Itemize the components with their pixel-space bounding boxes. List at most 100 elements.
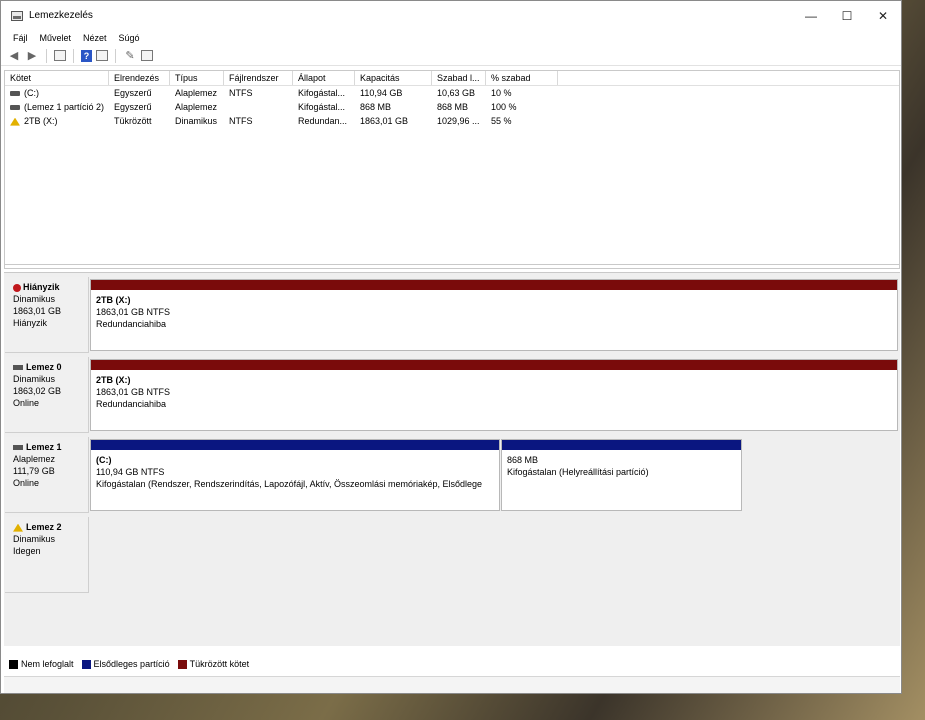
volume-status: Kifogástal... xyxy=(298,102,346,112)
disk-status: Online xyxy=(13,478,40,488)
column-header-filesystem[interactable]: Fájlrendszer xyxy=(224,71,293,85)
disk-label[interactable]: Lemez 0 Dinamikus 1863,02 GB Online xyxy=(5,357,89,433)
disk-label[interactable]: Lemez 2 Dinamikus Idegen xyxy=(5,517,89,593)
toolbar-separator xyxy=(73,48,74,63)
disk-size: 1863,02 GB xyxy=(13,386,62,396)
missing-disk-icon xyxy=(13,283,21,292)
volume-layout: Egyszerű xyxy=(114,102,152,112)
volume-free-space: 1029,96 ... xyxy=(437,116,480,126)
column-header-capacity[interactable]: Kapacitás xyxy=(355,71,432,85)
disk-name: Lemez 2 xyxy=(26,522,62,532)
disk-label[interactable]: Hiányzik Dinamikus 1863,01 GB Hiányzik xyxy=(5,277,89,353)
primary-stripe xyxy=(502,440,741,450)
help-icon[interactable]: ? xyxy=(81,49,92,62)
drive-icon xyxy=(10,91,20,97)
volume-list: Kötet Elrendezés Típus Fájlrendszer Álla… xyxy=(4,70,900,269)
window-title: Lemezkezelés xyxy=(29,10,93,21)
volume-layout: Tükrözött xyxy=(114,116,152,126)
partition-detail: 868 MB xyxy=(507,455,539,465)
column-header-type[interactable]: Típus xyxy=(170,71,224,85)
volume-filesystem: NTFS xyxy=(229,116,253,126)
column-header-layout[interactable]: Elrendezés xyxy=(109,71,170,85)
connect-icon[interactable]: ✎ xyxy=(123,49,137,63)
volume-filesystem: NTFS xyxy=(229,88,253,98)
disk-status: Idegen xyxy=(13,546,41,556)
disk-name: Hiányzik xyxy=(23,282,60,292)
settings-icon[interactable] xyxy=(141,50,153,61)
volume-percent-free: 55 % xyxy=(491,116,512,126)
properties-icon[interactable] xyxy=(54,50,66,61)
disk-name: Lemez 1 xyxy=(26,442,62,452)
volume-list-header: Kötet Elrendezés Típus Fájlrendszer Álla… xyxy=(5,71,899,86)
maximize-button[interactable]: ☐ xyxy=(829,1,865,30)
legend-item-unallocated: Nem lefoglalt xyxy=(9,659,74,670)
forward-arrow-icon[interactable]: ▶ xyxy=(25,49,39,63)
disk-name: Lemez 0 xyxy=(26,362,62,372)
disk-type: Alaplemez xyxy=(13,454,56,464)
volume-name: 2TB (X:) xyxy=(24,116,58,126)
partition-title: (C:) xyxy=(96,455,112,465)
partition-status: Kifogástalan (Helyreállítási partíció) xyxy=(507,467,649,477)
menu-bar: Fájl Művelet Nézet Súgó xyxy=(1,30,901,46)
primary-stripe xyxy=(91,440,499,450)
volume-free-space: 10,63 GB xyxy=(437,88,476,98)
table-row[interactable]: 2TB (X:) Tükrözött Dinamikus NTFS Redund… xyxy=(5,114,899,128)
volume-capacity: 110,94 GB xyxy=(360,88,403,98)
disk-icon xyxy=(13,365,23,371)
legend-swatch xyxy=(177,660,187,670)
column-header-free-space[interactable]: Szabad l... xyxy=(432,71,486,85)
column-header-volume[interactable]: Kötet xyxy=(5,71,109,85)
volume-status: Kifogástal... xyxy=(298,88,346,98)
partition-status: Redundanciahiba xyxy=(96,319,167,329)
toolbar: ◀ ▶ ? ✎ xyxy=(1,46,901,66)
disk-management-app-icon xyxy=(11,10,23,21)
volume-free-space: 868 MB xyxy=(437,102,469,112)
volume-capacity: 868 MB xyxy=(360,102,392,112)
menu-help[interactable]: Súgó xyxy=(113,33,146,43)
table-row[interactable]: (Lemez 1 partíció 2) Egyszerű Alaplemez … xyxy=(5,100,899,114)
disk-type: Dinamikus xyxy=(13,374,56,384)
horizontal-scrollbar[interactable] xyxy=(5,264,899,268)
disk-label[interactable]: Lemez 1 Alaplemez 111,79 GB Online xyxy=(5,437,89,513)
column-header-status[interactable]: Állapot xyxy=(293,71,355,85)
legend-swatch xyxy=(81,660,91,670)
volume-capacity: 1863,01 GB xyxy=(360,116,409,126)
volume-name: (C:) xyxy=(24,88,39,98)
status-bar xyxy=(4,676,900,693)
volume-type: Alaplemez xyxy=(175,102,218,112)
mirror-stripe xyxy=(91,280,897,290)
disk-type: Dinamikus xyxy=(13,534,56,544)
minimize-button[interactable]: — xyxy=(793,1,829,30)
partition-detail: 1863,01 GB NTFS xyxy=(96,307,171,317)
menu-action[interactable]: Művelet xyxy=(34,33,78,43)
disk-status: Hiányzik xyxy=(13,318,48,328)
legend-item-mirrored: Tükrözött kötet xyxy=(177,659,249,670)
partition-recovery[interactable]: 868 MB Kifogástalan (Helyreállítási part… xyxy=(501,439,742,511)
legend-swatch xyxy=(9,660,18,670)
volume-percent-free: 10 % xyxy=(491,88,512,98)
disk-row-2: Lemez 2 Dinamikus Idegen xyxy=(4,517,900,593)
disk-row-0: Lemez 0 Dinamikus 1863,02 GB Online 2TB … xyxy=(4,357,900,433)
back-arrow-icon[interactable]: ◀ xyxy=(7,49,21,63)
partition-mirrored-volume[interactable]: 2TB (X:) 1863,01 GB NTFS Redundanciahiba xyxy=(90,359,898,431)
partition-detail: 110,94 GB NTFS xyxy=(96,467,165,477)
column-header-percent-free[interactable]: % szabad xyxy=(486,71,558,85)
disk-size: 111,79 GB xyxy=(13,466,55,476)
toolbar-separator xyxy=(46,48,47,63)
partition-c-drive[interactable]: (C:) 110,94 GB NTFS Kifogástalan (Rendsz… xyxy=(90,439,500,511)
menu-view[interactable]: Nézet xyxy=(77,33,113,43)
drive-icon xyxy=(10,105,20,111)
title-bar: Lemezkezelés — ☐ ✕ xyxy=(1,1,901,30)
disk-graphical-view: Hiányzik Dinamikus 1863,01 GB Hiányzik 2… xyxy=(4,272,900,646)
volume-percent-free: 100 % xyxy=(491,102,517,112)
console-icon[interactable] xyxy=(96,50,108,61)
partition-status: Redundanciahiba xyxy=(96,399,167,409)
legend-item-primary: Elsődleges partíció xyxy=(81,659,170,670)
partition-mirrored-volume[interactable]: 2TB (X:) 1863,01 GB NTFS Redundanciahiba xyxy=(90,279,898,351)
close-button[interactable]: ✕ xyxy=(865,1,901,30)
table-row[interactable]: (C:) Egyszerű Alaplemez NTFS Kifogástal.… xyxy=(5,86,899,100)
volume-type: Dinamikus xyxy=(175,116,218,126)
volume-layout: Egyszerű xyxy=(114,88,152,98)
legend: Nem lefoglalt Elsődleges partíció Tükröz… xyxy=(4,657,249,671)
menu-file[interactable]: Fájl xyxy=(7,33,34,43)
